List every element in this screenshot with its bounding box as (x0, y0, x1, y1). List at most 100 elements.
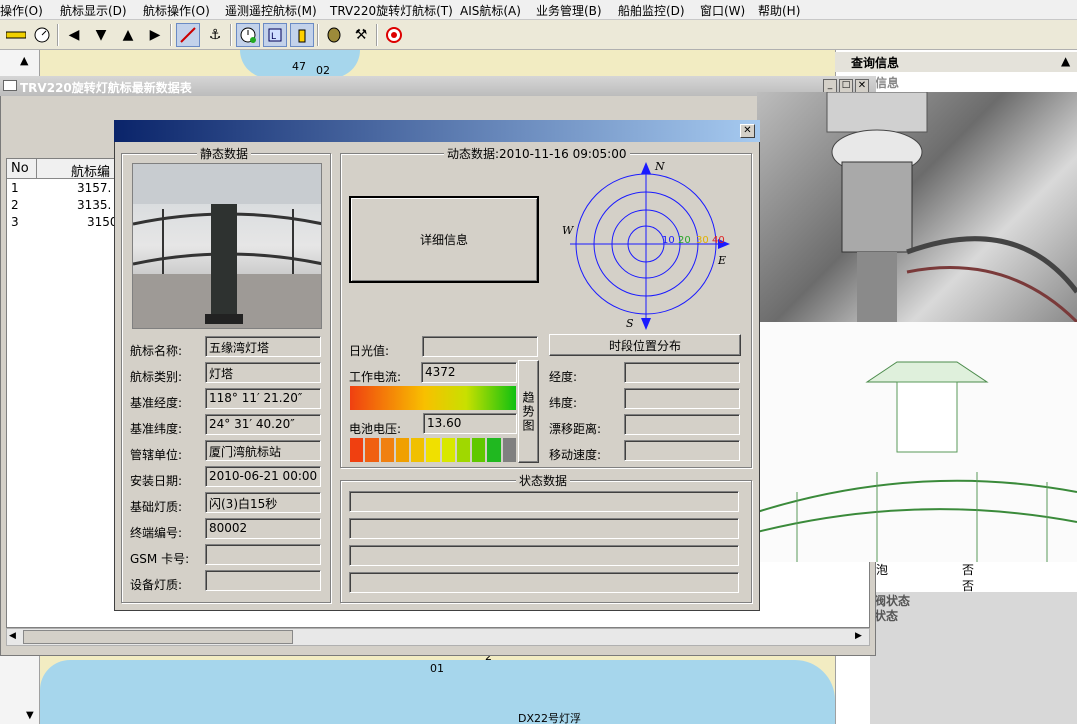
move-speed-field[interactable] (624, 440, 740, 461)
current-label: 工作电流: (349, 370, 402, 384)
menu-ais[interactable]: AIS航标(A) (460, 2, 521, 19)
ring-label-20: 20 (678, 235, 691, 246)
table-row[interactable]: 3 3150 (7, 215, 127, 232)
status-row[interactable] (349, 491, 739, 512)
menu-aton-display[interactable]: 航标显示(D) (60, 2, 127, 19)
pin-icon[interactable]: ▲ (20, 54, 28, 67)
egg-icon[interactable] (322, 23, 346, 47)
scroll-right-icon[interactable]: ▶ (855, 631, 862, 641)
detail-info-button[interactable]: 详细信息 (349, 196, 539, 283)
longitude-field[interactable] (624, 362, 740, 383)
lighthouse-list-icon[interactable]: L (263, 23, 287, 47)
scroll-down-icon[interactable]: ▼ (26, 710, 34, 721)
window-icon (3, 80, 17, 91)
field-label: 漂移距离: (549, 422, 602, 436)
column-header-no[interactable]: No (7, 159, 37, 179)
toolbar: ◀ ▼ ▲ ▶ ⚓ L ⚒ (0, 20, 1077, 50)
menu-ship-monitor[interactable]: 船舶监控(D) (618, 2, 685, 19)
scroll-thumb[interactable] (23, 630, 293, 644)
query-panel-title: 查询信息 ▲ (835, 52, 1077, 72)
dialog-titlebar (114, 120, 760, 142)
latitude-field[interactable] (624, 388, 740, 409)
horizontal-scrollbar[interactable]: ◀ ▶ (6, 628, 870, 646)
query-panel-sections: 阀状态 状态 (870, 592, 1077, 724)
compass-tool-icon[interactable] (30, 23, 54, 47)
current-field[interactable]: 4372 (421, 362, 517, 383)
menu-business[interactable]: 业务管理(B) (536, 2, 602, 19)
arrow-up-icon[interactable]: ▲ (116, 23, 140, 47)
aton-type-field[interactable]: 灯塔 (205, 362, 321, 383)
arrow-left-icon[interactable]: ◀ (62, 23, 86, 47)
ruler-icon[interactable] (4, 23, 28, 47)
dialog-close-icon[interactable]: ✕ (740, 124, 755, 138)
drift-compass: N S E W 10 20 30 40 (560, 160, 735, 332)
field-label: GSM 卡号: (130, 552, 190, 566)
ring-label-10: 10 (662, 235, 675, 246)
field-label: 纬度: (549, 396, 578, 410)
field-label: 设备灯质: (130, 578, 183, 592)
field-label: 航标类别: (130, 370, 183, 384)
voltage-field[interactable]: 13.60 (423, 413, 517, 434)
ring-label-30: 30 (696, 235, 709, 246)
base-longitude-field[interactable]: 118° 11′ 21.20″ (205, 388, 321, 409)
field-label: 基础灯质: (130, 500, 183, 514)
base-light-field[interactable]: 闪(3)白15秒 (205, 492, 321, 513)
maximize-button[interactable]: □ (839, 79, 853, 93)
menu-operate[interactable]: 操作(O) (0, 2, 43, 19)
query-panel-subtitle: 信息 (875, 76, 900, 90)
field-label: 安装日期: (130, 474, 183, 488)
compass-south-label: S (626, 317, 634, 330)
table-row[interactable]: 2 3135. (7, 198, 127, 215)
status-row[interactable] (349, 545, 739, 566)
compass-north-label: N (655, 160, 665, 173)
draw-line-icon[interactable] (176, 23, 200, 47)
depth-label: 47 (292, 60, 306, 73)
current-gauge (350, 386, 516, 410)
unit-field[interactable]: 厦门湾航标站 (205, 440, 321, 461)
drift-distance-field[interactable] (624, 414, 740, 435)
terminal-id-field[interactable]: 80002 (205, 518, 321, 539)
field-label: 移动速度: (549, 448, 602, 462)
minimize-button[interactable]: _ (823, 79, 837, 93)
ring-label-40: 40 (712, 235, 725, 246)
query-panel-rows: 泡 否 否 (870, 560, 1077, 593)
beacon-light-icon[interactable] (290, 23, 314, 47)
field-label: 经度: (549, 370, 578, 384)
close-icon[interactable]: ✕ (855, 79, 869, 93)
scroll-left-icon[interactable]: ◀ (9, 631, 16, 641)
gsm-card-field[interactable] (205, 544, 321, 565)
device-light-field[interactable] (205, 570, 321, 591)
menu-window[interactable]: 窗口(W) (700, 2, 745, 19)
arrow-down-icon[interactable]: ▼ (89, 23, 113, 47)
status-row[interactable] (349, 572, 739, 593)
base-latitude-field[interactable]: 24° 31′ 40.20″ (205, 414, 321, 435)
sunlight-field[interactable] (422, 336, 538, 357)
menu-aton-operate[interactable]: 航标操作(O) (143, 2, 210, 19)
period-position-button[interactable]: 时段位置分布 (549, 334, 741, 356)
menu-help[interactable]: 帮助(H) (758, 2, 800, 19)
menu-telemetry[interactable]: 遥测遥控航标(M) (225, 2, 317, 19)
pin-icon[interactable]: ▲ (1061, 54, 1070, 68)
anchor-icon[interactable]: ⚓ (203, 23, 227, 47)
clock-add-icon[interactable] (236, 23, 260, 47)
field-label: 管辖单位: (130, 448, 183, 462)
tools-icon[interactable]: ⚒ (349, 23, 373, 47)
menu-bar: 操作(O) 航标显示(D) 航标操作(O) 遥测遥控航标(M) TRV220旋转… (0, 0, 1077, 20)
stop-icon[interactable] (382, 23, 406, 47)
lighthouse-photo (132, 163, 322, 329)
install-date-field[interactable]: 2010-06-21 00:00 (205, 466, 321, 487)
latest-data-window-title: TRV220旋转灯航标最新数据表 (0, 76, 876, 96)
field-label: 终端编号: (130, 526, 183, 540)
compass-west-label: W (562, 224, 574, 237)
menu-trv220[interactable]: TRV220旋转灯航标(T) (330, 2, 453, 19)
buoy-label: DX22号灯浮 (518, 712, 582, 724)
status-row[interactable] (349, 518, 739, 539)
table-row[interactable]: 1 3157. (7, 181, 127, 198)
trend-chart-button[interactable]: 趋势图 (518, 360, 539, 463)
svg-text:L: L (271, 32, 276, 42)
aton-name-field[interactable]: 五缘湾灯塔 (205, 336, 321, 357)
arrow-right-icon[interactable]: ▶ (143, 23, 167, 47)
compass-east-label: E (718, 254, 727, 267)
camera-view-lamp (757, 92, 1077, 322)
sunlight-label: 日光值: (349, 344, 390, 358)
